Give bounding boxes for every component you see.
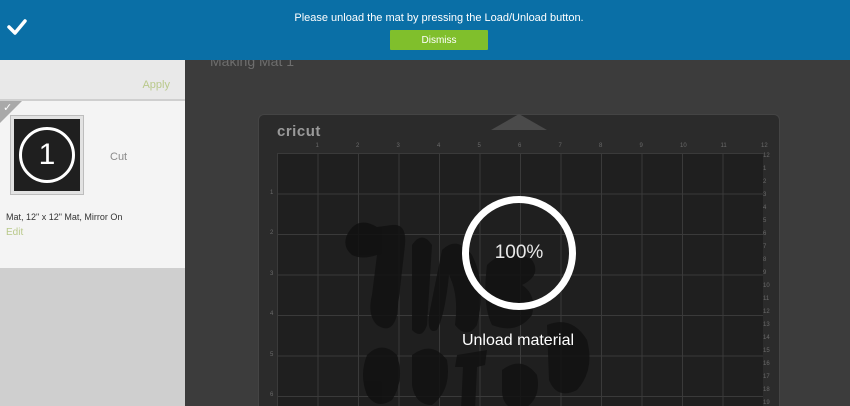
ruler-tick-label: 12 [761, 143, 768, 149]
progress-indicator: 100% [462, 196, 576, 310]
cricut-logo: cricut [277, 123, 321, 140]
mat-number-circle: 1 [19, 127, 75, 183]
ruler-tick-label: 4 [763, 205, 767, 211]
ruler-tick-label: 1 [763, 166, 767, 172]
mat-action-label: Cut [110, 151, 128, 163]
ruler-tick-label: 3 [270, 270, 274, 277]
ruler-tick-label: 4 [270, 311, 274, 317]
ruler-left: 1 2 3 4 5 6 [267, 153, 277, 406]
ruler-tick-label: 3 [763, 192, 767, 198]
sidebar: Apply ✓ 1 Cut Mat, 12" x 12" Mat, Mirror… [0, 0, 185, 406]
mat-card[interactable]: ✓ 1 Cut Mat, 12" x 12" Mat, Mirror On Ed… [0, 101, 185, 268]
mat-description: Mat, 12" x 12" Mat, Mirror On [6, 212, 123, 222]
ruler-tick-label: 5 [477, 143, 481, 149]
mat-thumbnail[interactable]: 1 [10, 115, 84, 195]
ruler-tick-label: 12 [763, 309, 770, 315]
ruler-tick-label: 6 [518, 143, 522, 149]
ruler-tick-label: 2 [356, 143, 360, 149]
ruler-tick-label: 7 [558, 143, 562, 149]
mat-number: 1 [38, 138, 56, 171]
mat-notch [491, 114, 547, 130]
ruler-tick-label: 1 [270, 189, 274, 196]
ruler-top: 1 2 3 4 5 6 7 8 9 10 11 12 [277, 143, 768, 153]
apply-button[interactable]: Apply [142, 79, 170, 91]
ruler-tick-label: 11 [763, 296, 770, 302]
ruler-tick-label: 4 [437, 143, 441, 149]
ruler-tick-label: 3 [396, 143, 400, 149]
ruler-tick-label: 6 [270, 392, 274, 398]
dismiss-button[interactable]: Dismiss [390, 30, 488, 50]
edit-link[interactable]: Edit [6, 227, 23, 238]
ruler-tick-label: 17 [763, 374, 770, 380]
notification-banner: Please unload the mat by pressing the Lo… [0, 0, 850, 60]
ruler-tick-label: 8 [599, 143, 603, 149]
ruler-tick-label: 12 [763, 153, 770, 159]
mat-thumbnail-preview: 1 [14, 119, 80, 191]
status-message: Unload material [461, 332, 575, 349]
ruler-tick-label: 6 [763, 231, 767, 237]
ruler-tick-label: 14 [763, 335, 770, 341]
sidebar-header: Apply [0, 60, 185, 100]
ruler-tick-label: 18 [763, 387, 770, 393]
ruler-tick-label: 7 [763, 244, 767, 250]
banner-message: Please unload the mat by pressing the Lo… [294, 12, 584, 24]
ruler-right: 12 1 2 3 4 5 6 7 8 9 10 11 12 13 14 15 16 17 18 19 [763, 153, 777, 406]
ruler-tick-label: 8 [763, 257, 767, 263]
main-canvas: Making Mat 1 cricut 1 2 3 4 5 6 7 8 9 10 11 12 1234… [186, 0, 850, 406]
ruler-tick-label: 2 [270, 230, 274, 236]
ruler-tick-label: 10 [680, 143, 687, 149]
ruler-tick-label: 11 [720, 143, 727, 149]
ruler-tick-label: 5 [763, 218, 767, 224]
ruler-tick-label: 13 [763, 322, 770, 328]
ruler-tick-label: 2 [763, 179, 767, 185]
ruler-tick-label: 9 [763, 270, 767, 276]
ruler-tick-label: 1 [315, 143, 319, 149]
selected-check-icon: ✓ [3, 102, 13, 114]
ruler-tick-label: 16 [763, 361, 770, 367]
ruler-tick-label: 10 [763, 283, 770, 289]
ruler-tick-label: 15 [763, 348, 770, 354]
ruler-tick-label: 9 [639, 143, 643, 149]
ruler-tick-label: 5 [270, 351, 274, 358]
progress-percent: 100% [494, 242, 544, 263]
ruler-tick-label: 19 [763, 400, 770, 406]
